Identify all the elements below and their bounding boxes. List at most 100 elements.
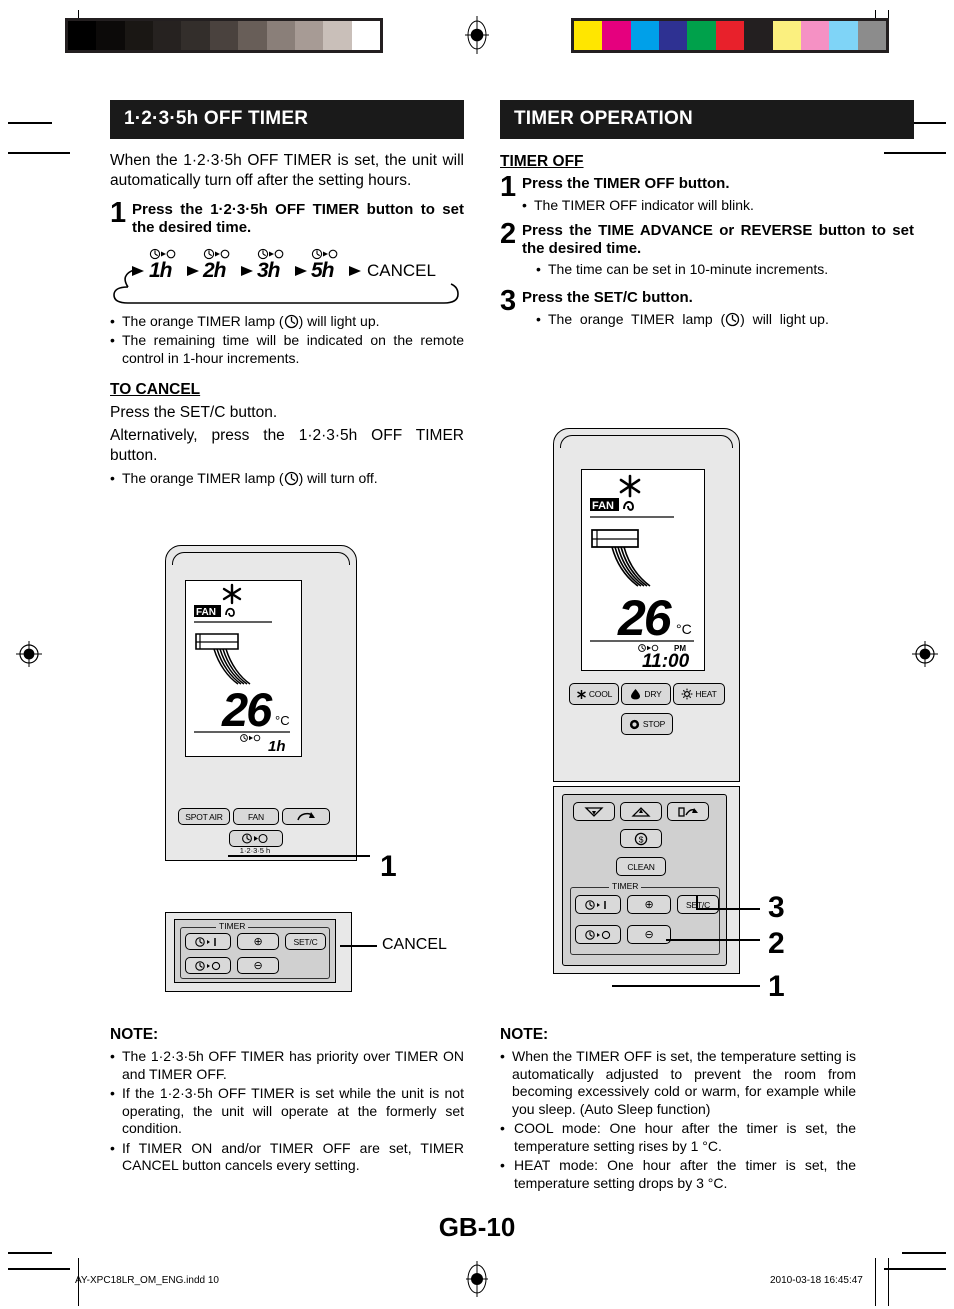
step-3-timer-off: 3 Press the SET/C button. The orange TIM… (500, 287, 914, 329)
grayscale-swatch (96, 21, 125, 50)
cancel-line-1: Press the SET/C button. (110, 404, 278, 422)
svg-text:$: $ (639, 834, 644, 844)
svg-text:1h: 1h (268, 738, 286, 754)
grayscale-swatch (351, 21, 380, 50)
louver-swing-button[interactable] (667, 802, 709, 821)
timer-on-button[interactable] (185, 933, 231, 950)
right-notes-block: NOTE: When the TIMER OFF is set, the tem… (500, 1026, 856, 1192)
swing-icon (297, 812, 315, 821)
set-c-button[interactable]: SET/C (285, 933, 326, 950)
remote-top-ridge-right (560, 435, 733, 448)
color-swatch (715, 21, 745, 50)
off-timer-1235h-button[interactable] (229, 830, 283, 847)
bullet-text-d: ) will turn off. (298, 470, 378, 487)
svg-text:FAN: FAN (592, 500, 614, 512)
note-item-heat: HEAT mode: One hour after the timer is s… (500, 1157, 856, 1192)
note-item: If TIMER ON and/or TIMER OFF are set, TI… (110, 1140, 464, 1175)
cycle-item-3h: 3h (257, 258, 280, 282)
economy-icon: $ (634, 832, 648, 845)
section-header-timer-operation: TIMER OPERATION (500, 100, 914, 139)
crop-mark-tl-h (8, 122, 52, 124)
registration-mark-bottom (466, 1261, 488, 1297)
grayscale-swatch (124, 21, 154, 50)
svg-text:°C: °C (275, 713, 290, 728)
time-advance-button[interactable]: ⊕ (237, 933, 279, 950)
timer-off-button[interactable] (185, 957, 231, 974)
svg-text:11:00: 11:00 (642, 651, 690, 668)
louver-down-button[interactable] (573, 802, 615, 821)
bullet-text-a: The orange TIMER lamp ( (122, 312, 284, 329)
color-swatch (574, 21, 603, 50)
callout-leader-cancel (340, 945, 377, 947)
callout-number-1: 1 (768, 970, 785, 1003)
timer-off-icon (242, 833, 268, 844)
crop-mark-br-h2 (884, 1268, 946, 1270)
sun-icon (681, 688, 693, 700)
cool-button[interactable]: COOL (569, 683, 619, 705)
bullet-text-b: ) will light up. (298, 312, 380, 329)
grayscale-swatch (153, 21, 182, 50)
color-swatch (800, 21, 830, 50)
step-1-bullets: The TIMER OFF indicator will blink. (522, 197, 914, 215)
note-item: When the TIMER OFF is set, the temperatu… (500, 1048, 856, 1118)
crop-mark-br-h (902, 1252, 946, 1254)
clock-icon (284, 472, 298, 486)
bullet-remaining-time: The remaining time will be indicated on … (110, 332, 464, 367)
timer-cycle-diagram: 1h 2h 3h 5h CANCEL (110, 247, 464, 309)
set-c-button-right[interactable]: SET/C (677, 895, 719, 914)
bullet-lamp-light-up: The orange TIMER lamp () will light up. (536, 311, 914, 329)
grayscale-swatch (294, 21, 324, 50)
grayscale-swatch (181, 21, 210, 50)
heat-button[interactable]: HEAT (673, 683, 725, 705)
economy-button[interactable]: $ (620, 829, 662, 848)
louver-up-icon (631, 806, 651, 817)
color-swatch (829, 21, 858, 50)
step-number: 2 (500, 218, 517, 251)
power-icon (629, 719, 639, 729)
fan-button[interactable]: FAN (233, 808, 279, 825)
cycle-item-cancel: CANCEL (367, 260, 436, 280)
note-item: The 1·2·3·5h OFF TIMER has priority over… (110, 1048, 464, 1083)
time-reverse-button[interactable]: ⊖ (237, 957, 279, 974)
clean-button[interactable]: CLEAN (616, 857, 666, 876)
step-text: Press the TIMER OFF button. (522, 174, 730, 192)
note-item-cool: COOL mode: One hour after the timer is s… (500, 1120, 856, 1155)
step-1-off-timer: 1 Press the 1·2·3·5h OFF TIMER button to… (110, 197, 464, 236)
step-number: 1 (500, 170, 517, 203)
step-2-timer-off: 2 Press the TIME ADVANCE or REVERSE butt… (500, 218, 914, 279)
cycle-item-1h: 1h (149, 258, 172, 282)
note-heading-left: NOTE: (110, 1026, 159, 1043)
step-text: Press the 1·2·3·5h OFF TIMER button to s… (132, 201, 464, 236)
dry-button[interactable]: DRY (621, 683, 671, 705)
spot-air-button[interactable]: SPOT AIR (178, 808, 230, 825)
note-list-left: The 1·2·3·5h OFF TIMER has priority over… (110, 1048, 464, 1175)
svg-text:FAN: FAN (196, 607, 216, 618)
left-column: 1·2·3·5h OFF TIMER When the 1·2·3·5h OFF… (110, 100, 464, 488)
bullet-text-e: The orange TIMER lamp ( (548, 310, 726, 327)
registration-mark-top (465, 16, 489, 54)
louver-down-icon (584, 806, 604, 817)
louver-swing-icon (678, 806, 698, 817)
swing-button[interactable] (282, 808, 330, 825)
callout-label-cancel: CANCEL (382, 936, 447, 953)
timer-on-button-right[interactable] (575, 895, 621, 914)
stop-button[interactable]: STOP (621, 713, 673, 735)
time-advance-button-right[interactable]: ⊕ (627, 895, 671, 914)
step-number: 1 (110, 197, 127, 230)
note-heading-right: NOTE: (500, 1026, 549, 1043)
grayscale-swatch (323, 21, 352, 50)
color-swatch (772, 21, 801, 50)
stop-label: STOP (642, 719, 666, 729)
bullet-indicator-blink: The TIMER OFF indicator will blink. (522, 197, 914, 215)
step-3-bullets: The orange TIMER lamp () will light up. (522, 311, 914, 329)
cancel-line-2: Alternatively, press the 1·2·3·5h OFF TI… (110, 427, 464, 465)
louver-up-button[interactable] (620, 802, 662, 821)
timer-off-button-right[interactable] (575, 925, 621, 944)
step-text: Press the SET/C button. (522, 288, 693, 306)
time-reverse-button-right[interactable]: ⊖ (627, 925, 671, 944)
cancel-bullets: The orange TIMER lamp () will turn off. (110, 470, 464, 488)
svg-text:26: 26 (617, 590, 673, 646)
left-remote-button-strip: SPOT AIR FAN 1·2·3·5 h (165, 800, 357, 861)
cycle-item-2h: 2h (203, 258, 226, 282)
to-cancel-heading: TO CANCEL (110, 381, 201, 399)
